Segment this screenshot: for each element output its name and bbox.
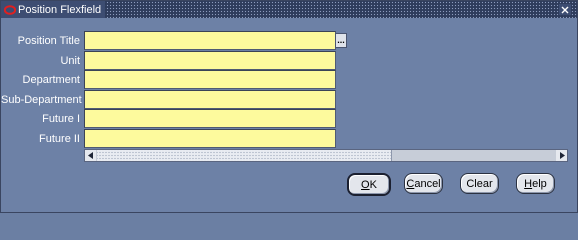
list-of-values-button[interactable]: ...: [335, 33, 347, 48]
position-title-input[interactable]: [84, 31, 336, 50]
field-label: Unit: [60, 54, 80, 67]
clear-button[interactable]: Clear: [460, 173, 499, 194]
field-label: Sub-Department: [1, 93, 82, 106]
cancel-mnemonic: C: [406, 177, 415, 190]
future-ii-input[interactable]: [84, 129, 336, 148]
ok-mnemonic: O: [361, 178, 370, 191]
scroll-thumb[interactable]: [97, 150, 392, 161]
title-area: Position Flexfield: [1, 1, 106, 18]
field-label: Future II: [39, 132, 80, 145]
lov-button-label: ...: [337, 35, 345, 45]
sub-department-input[interactable]: [84, 90, 336, 109]
cancel-button[interactable]: Cancel: [404, 173, 443, 194]
window-title: Position Flexfield: [18, 3, 102, 16]
field-label: Position Title: [17, 34, 80, 47]
clear-label: Clear: [466, 177, 493, 190]
title-bar[interactable]: Position Flexfield: [1, 1, 577, 18]
unit-input[interactable]: [84, 51, 336, 70]
field-row-sub-department: Sub-Department: [1, 90, 336, 109]
help-mnemonic: H: [524, 177, 533, 190]
field-row-future-i: Future I: [1, 109, 336, 128]
help-button[interactable]: Help: [516, 173, 555, 194]
close-icon[interactable]: [559, 4, 571, 15]
horizontal-scrollbar[interactable]: [84, 149, 568, 162]
scroll-left-icon[interactable]: [85, 150, 96, 161]
field-row-future-ii: Future II: [1, 129, 336, 148]
future-i-input[interactable]: [84, 109, 336, 128]
ok-label-rest: K: [369, 178, 377, 191]
oracle-logo-icon: [4, 4, 16, 16]
field-label: Future I: [42, 112, 80, 125]
field-row-position-title: Position Title: [1, 31, 336, 50]
field-label: Department: [22, 73, 80, 86]
cancel-label-rest: ancel: [414, 177, 441, 190]
scroll-right-icon[interactable]: [556, 150, 567, 161]
flexfield-window: Position Flexfield Position Title ... Un…: [0, 0, 578, 213]
ok-button[interactable]: OK: [347, 173, 391, 196]
field-row-department: Department: [1, 70, 336, 89]
field-row-unit: Unit: [1, 51, 336, 70]
help-label-rest: elp: [532, 177, 547, 190]
department-input[interactable]: [84, 70, 336, 89]
